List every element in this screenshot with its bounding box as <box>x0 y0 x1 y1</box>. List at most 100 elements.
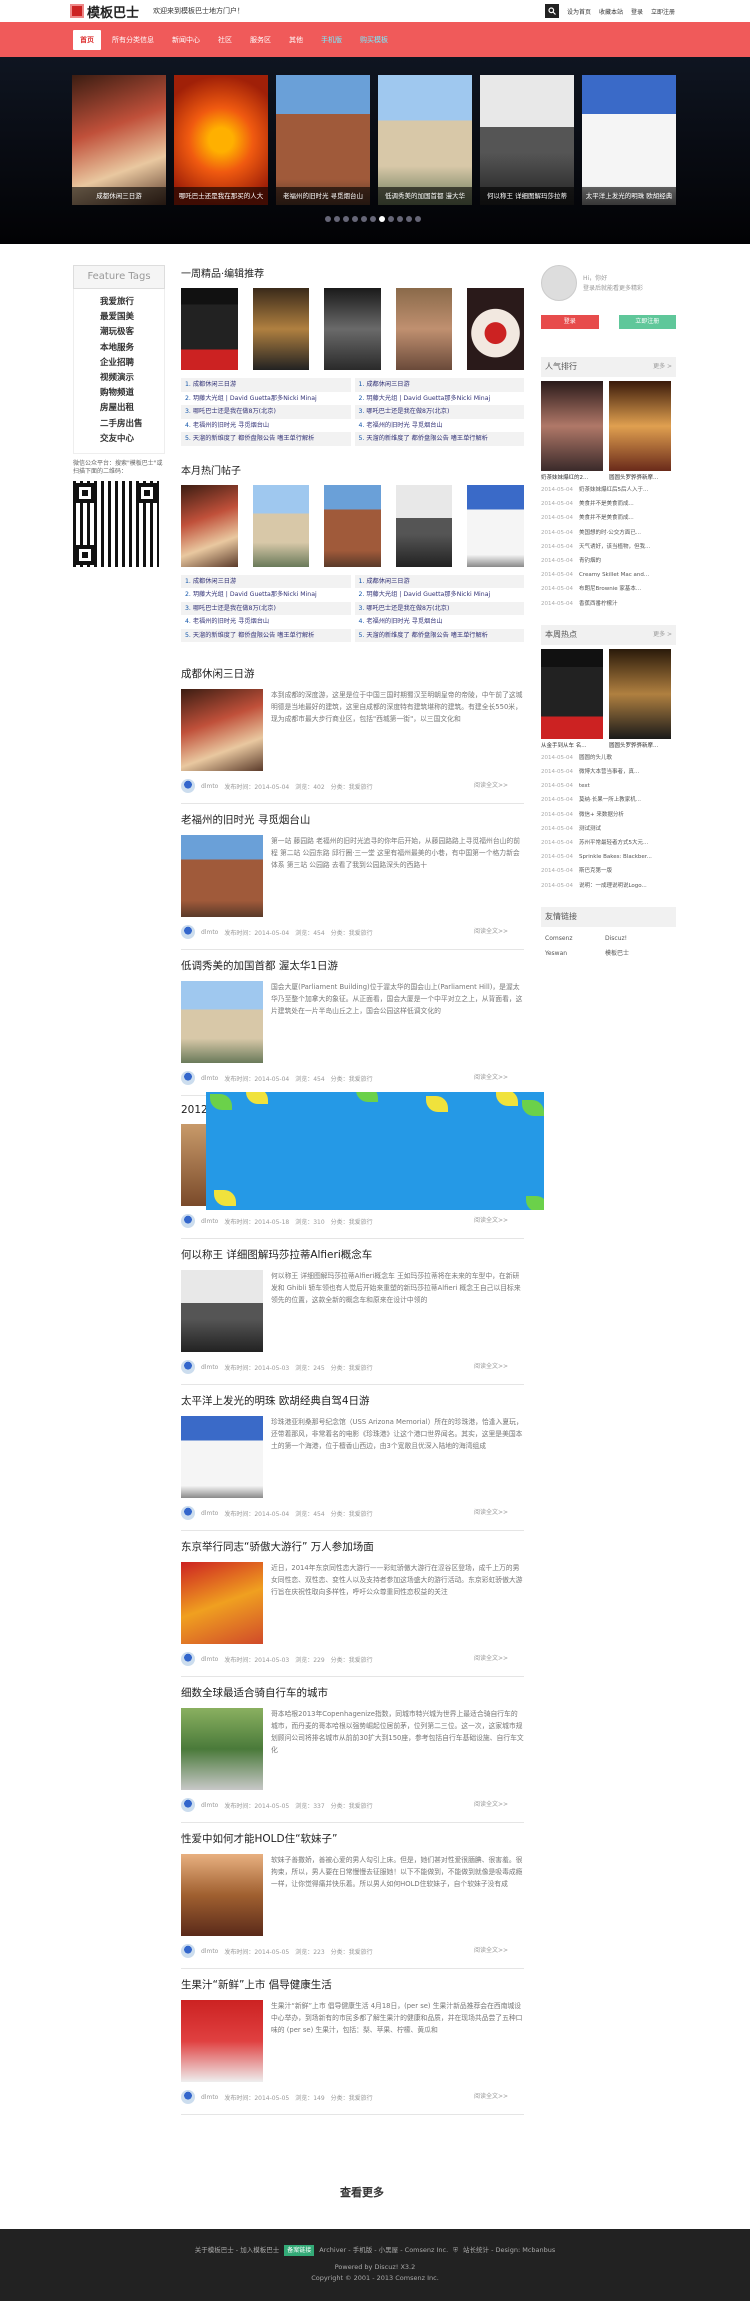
thumb-image[interactable] <box>252 288 310 370</box>
slider-dot[interactable] <box>406 216 412 222</box>
feature-tag[interactable]: 二手房出售 <box>100 417 164 432</box>
nav-other[interactable]: 其他 <box>282 30 310 50</box>
list-item[interactable]: 4. 老福州的旧时光 寻觅烟台山 <box>181 419 351 433</box>
avatar[interactable] <box>181 779 195 793</box>
slide[interactable]: 哪吒巴士还是我在那买的人大 <box>174 75 268 205</box>
popular-caption[interactable]: 奶茶妹妹爆红的2... <box>541 473 603 481</box>
thumb-image[interactable] <box>324 288 381 370</box>
footer-about-links[interactable]: 关于模板巴士 - 加入模板巴士 <box>195 2245 279 2256</box>
post-title[interactable]: 老福州的旧时光 寻觅烟台山 <box>181 812 524 827</box>
slide[interactable]: 何以称王 详细图解玛莎拉蒂 <box>480 75 574 205</box>
avatar[interactable] <box>181 1798 195 1812</box>
post-category[interactable]: 分类：我爱旅行 <box>331 1363 373 1372</box>
avatar[interactable] <box>181 1652 195 1666</box>
post-author[interactable]: dlmto <box>201 1948 218 1955</box>
list-item[interactable]: 4. 老福州的旧时光 寻觅烟台山 <box>355 615 525 629</box>
slider-dot[interactable] <box>343 216 349 222</box>
post-author[interactable]: dlmto <box>201 1364 218 1371</box>
list-item[interactable]: 5. 天溜的新维度了 都侨盘限公告 嗜王单行解析 <box>354 628 524 642</box>
slider-dot[interactable] <box>361 216 367 222</box>
slider-dot[interactable] <box>334 216 340 222</box>
thumb-image[interactable] <box>324 484 381 567</box>
list-item[interactable]: 2. 玥藤大光组 | David Guetta那多Nicki Minaj <box>355 392 525 406</box>
post-author[interactable]: dlmto <box>201 2094 218 2101</box>
post-author[interactable]: dlmto <box>201 1218 218 1225</box>
nav-community[interactable]: 社区 <box>211 30 239 50</box>
hotspot-more-link[interactable]: 更多 > <box>653 625 672 645</box>
nav-news[interactable]: 新闻中心 <box>165 30 207 50</box>
slider-dot[interactable] <box>397 216 403 222</box>
search-button[interactable] <box>544 4 559 18</box>
slider-dot[interactable] <box>388 216 394 222</box>
list-item[interactable]: 3. 哪吒巴士还是我在做8万(北京) <box>354 405 524 419</box>
slider-dot[interactable] <box>415 216 421 222</box>
post-title[interactable]: 细数全球最适合骑自行车的城市 <box>181 1685 524 1700</box>
nav-services[interactable]: 服务区 <box>243 30 278 50</box>
popular-image[interactable] <box>609 381 671 471</box>
list-item[interactable]: 1. 成都休闲三日游 <box>181 378 351 392</box>
post-category[interactable]: 分类：我爱旅行 <box>331 2093 373 2102</box>
thumb-image[interactable] <box>181 288 238 370</box>
list-item[interactable]: 1. 成都休闲三日游 <box>354 378 524 392</box>
avatar[interactable] <box>181 1360 195 1374</box>
list-item[interactable]: 2014-05-04 香蕉西番柠檬汁 <box>541 597 676 611</box>
avatar[interactable] <box>181 1071 195 1085</box>
post-image[interactable] <box>181 1562 263 1644</box>
list-item[interactable]: 2014-05-04 莫纳·长果一所上教家机... <box>541 793 676 807</box>
friend-link[interactable]: 模板巴士 <box>605 946 665 961</box>
feature-tag[interactable]: 视频演示 <box>100 371 164 386</box>
post-category[interactable]: 分类：我爱旅行 <box>331 1074 373 1083</box>
post-image[interactable] <box>181 981 263 1063</box>
thumb-image[interactable] <box>252 484 310 567</box>
hotspot-image[interactable] <box>609 648 671 739</box>
slide[interactable]: 低调秀美的加国首都 漫大华 <box>378 75 472 205</box>
list-item[interactable]: 2014-05-04 美食并不是美食而成... <box>541 497 676 511</box>
avatar[interactable] <box>181 1944 195 1958</box>
list-item[interactable]: 5. 天溜的新维度了 都侨盘限公告 嗜王单行解析 <box>181 628 351 642</box>
list-item[interactable]: 2. 玥藤大光组 | David Guetta那多Nicki Minaj <box>181 588 351 602</box>
post-category[interactable]: 分类：我爱旅行 <box>331 782 373 791</box>
post-image[interactable] <box>181 1708 263 1790</box>
avatar[interactable] <box>181 2090 195 2104</box>
slide[interactable]: 太平洋上发光的明珠 欧胡经典 <box>582 75 676 205</box>
list-item[interactable]: 3. 哪吒巴士还是我在做8万(北京) <box>181 405 351 419</box>
slide[interactable]: 老福州的旧时光 寻觅烟台山 <box>276 75 370 205</box>
list-item[interactable]: 2014-05-04 Creamy Skillet Mac and... <box>541 568 676 582</box>
friend-link[interactable]: Comsenz <box>545 931 605 946</box>
list-item[interactable]: 4. 老福州的旧时光 寻觅烟台山 <box>181 615 351 629</box>
popular-more-link[interactable]: 更多 > <box>653 357 672 377</box>
post-author[interactable]: dlmto <box>201 929 218 936</box>
nav-home[interactable]: 首页 <box>73 29 101 50</box>
list-item[interactable]: 1. 成都休闲三日游 <box>354 574 524 588</box>
read-more-link[interactable]: 阅读全文>> <box>474 2091 508 2100</box>
login-link[interactable]: 登录 <box>631 7 643 16</box>
post-title[interactable]: 性爱中如何才能HOLD住“软妹子” <box>181 1831 524 1846</box>
slider-dot[interactable] <box>352 216 358 222</box>
hotspot-image[interactable] <box>541 648 603 739</box>
list-item[interactable]: 3. 哪吒巴士还是我在做8万(北京) <box>181 601 351 615</box>
list-item[interactable]: 2. 玥藤大光组 | David Guetta那多Nicki Minaj <box>355 588 525 602</box>
read-more-link[interactable]: 阅读全文>> <box>474 1653 508 1662</box>
set-homepage-link[interactable]: 设为首页 <box>567 7 591 16</box>
feature-tag[interactable]: 最爱国美 <box>100 310 164 325</box>
list-item[interactable]: 2014-05-04 斯巴克第一版 <box>541 864 676 878</box>
read-more-link[interactable]: 阅读全文>> <box>474 1215 508 1224</box>
list-item[interactable]: 3. 哪吒巴士还是我在做8万(北京) <box>354 601 524 615</box>
avatar[interactable] <box>181 1506 195 1520</box>
list-item[interactable]: 2014-05-04 天气诱好，该当植物，但我... <box>541 540 676 554</box>
feature-tag[interactable]: 本地服务 <box>100 341 164 356</box>
feature-tag[interactable]: 潮玩极客 <box>100 325 164 340</box>
list-item[interactable]: 2014-05-04 青钓烟的 <box>541 554 676 568</box>
list-item[interactable]: 2014-05-04 说明：一成理说明说Logo... <box>541 879 676 893</box>
post-category[interactable]: 分类：我爱旅行 <box>331 1655 373 1664</box>
list-item[interactable]: 4. 老福州的旧时光 寻觅烟台山 <box>355 419 525 433</box>
list-item[interactable]: 2014-05-04 苏州平常最轻者方式5大元... <box>541 836 676 850</box>
avatar[interactable] <box>181 1214 195 1228</box>
list-item[interactable]: 2014-05-04 圆圆的头儿歌 <box>541 751 676 765</box>
thumb-image[interactable] <box>395 484 453 567</box>
post-category[interactable]: 分类：我爱旅行 <box>331 1509 373 1518</box>
slide[interactable]: 成都休闲三日游 <box>72 75 166 205</box>
list-item[interactable]: 1. 成都休闲三日游 <box>181 574 351 588</box>
post-title[interactable]: 成都休闲三日游 <box>181 666 524 681</box>
post-title[interactable]: 何以称王 详细图解玛莎拉蒂Alfieri概念车 <box>181 1247 524 1262</box>
